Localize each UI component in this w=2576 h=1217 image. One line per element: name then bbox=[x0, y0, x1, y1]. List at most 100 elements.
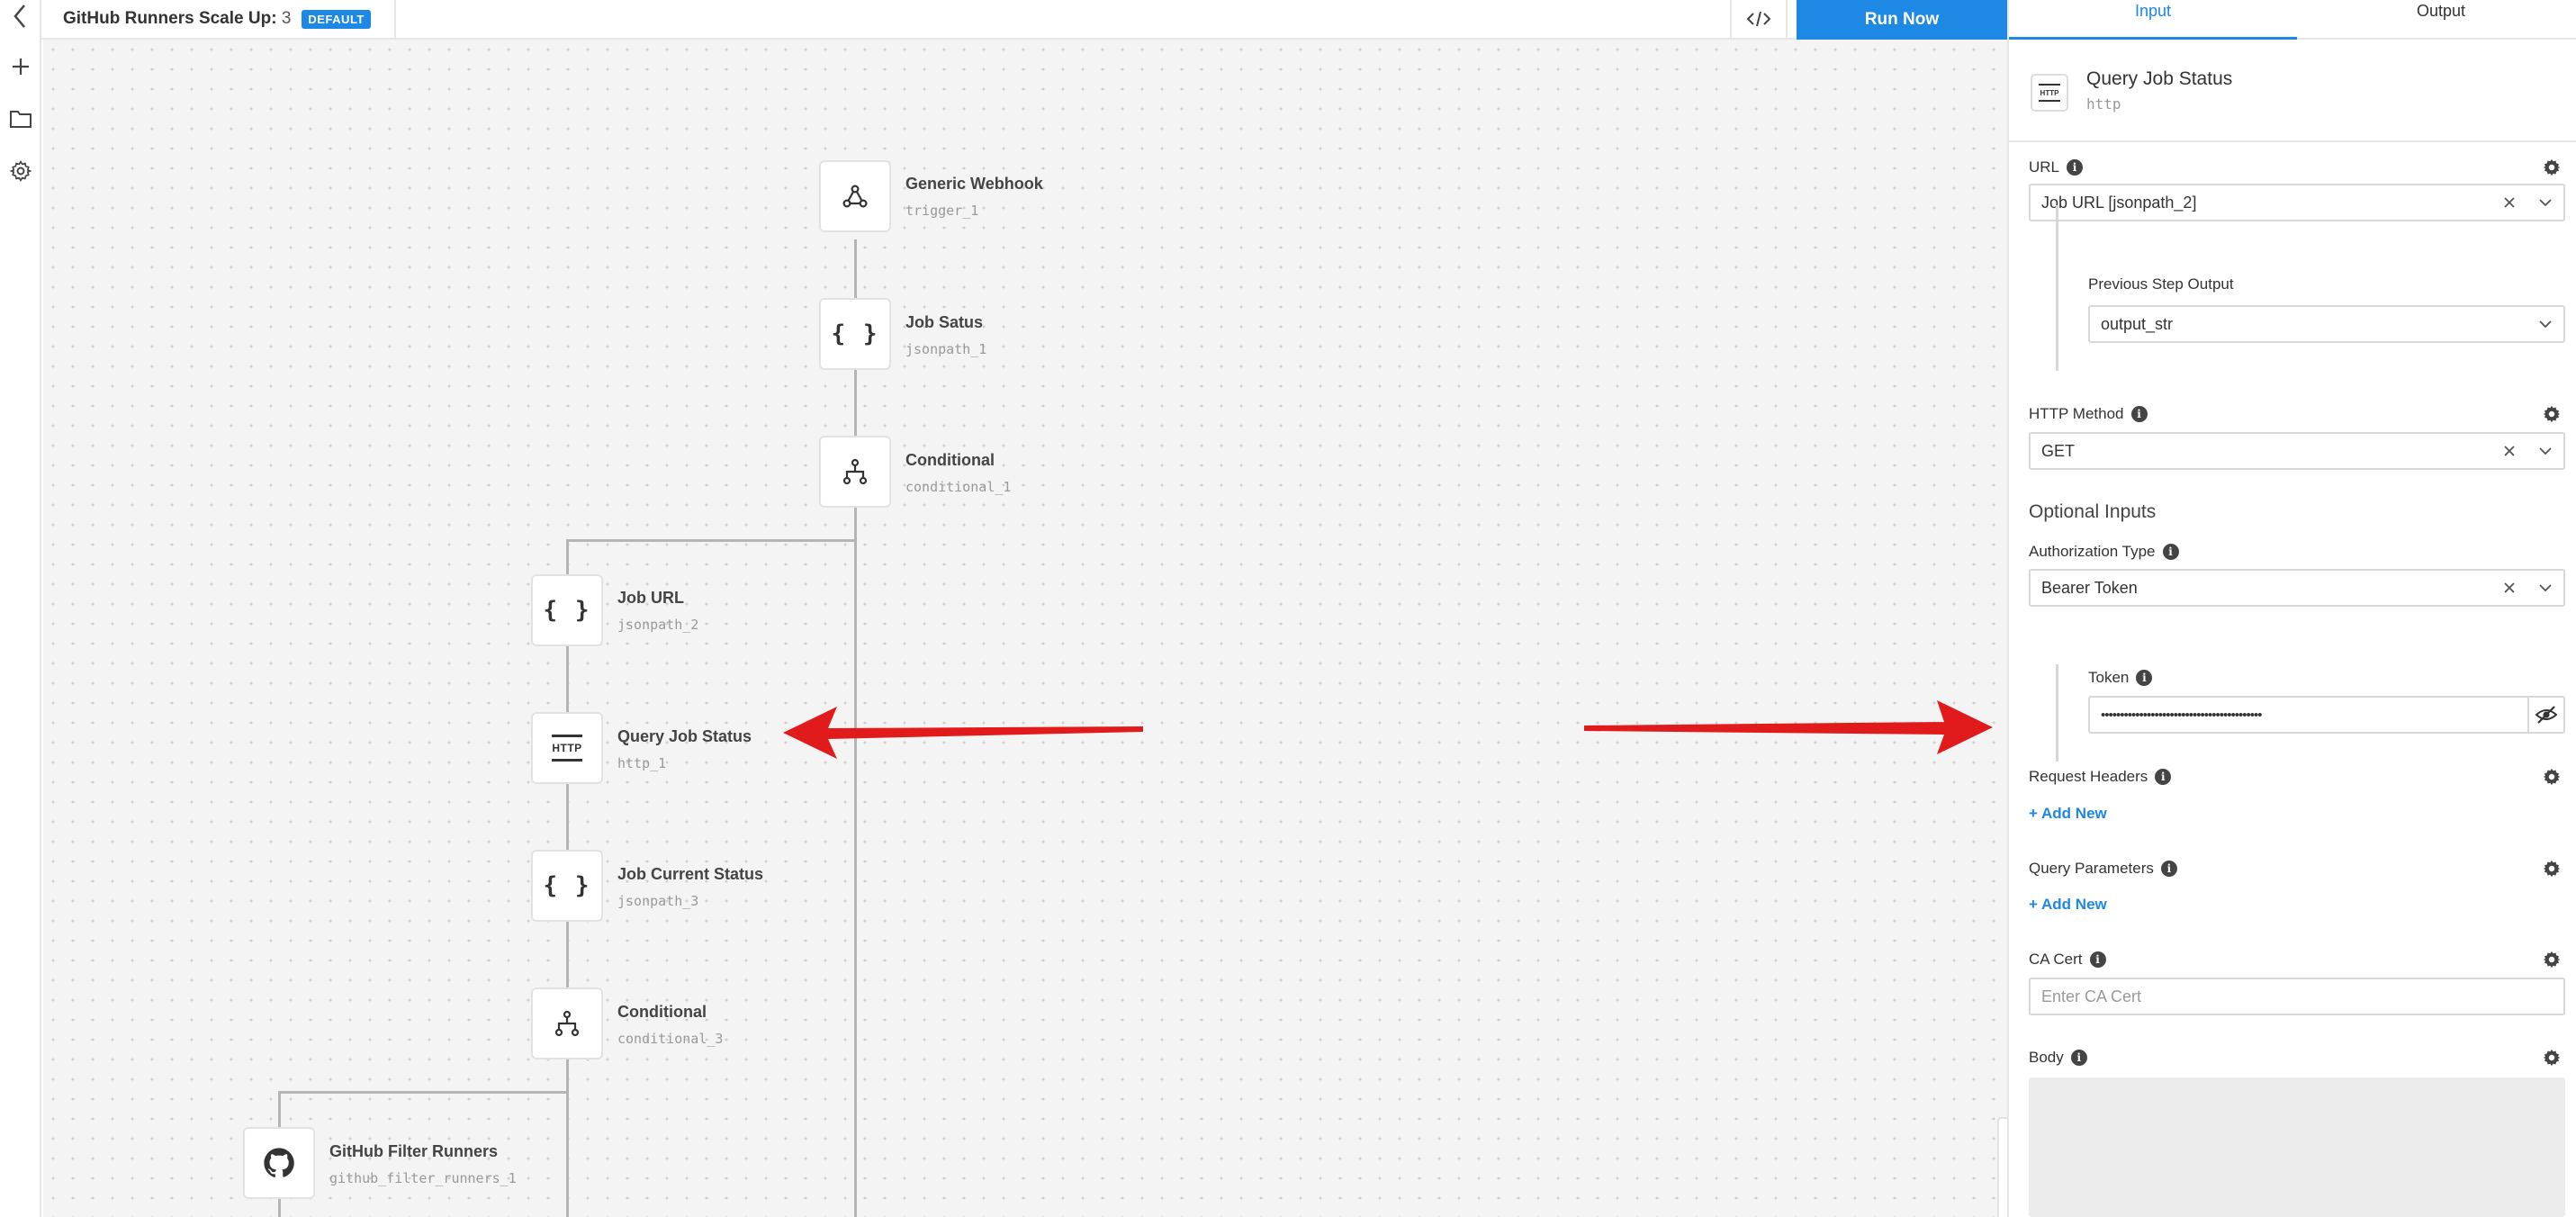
chevron-down-icon[interactable] bbox=[2527, 571, 2563, 605]
add-header-link[interactable]: + Add New bbox=[2029, 805, 2107, 823]
workflow-node[interactable]: { } bbox=[819, 298, 891, 370]
node-name: GitHub Filter Runners bbox=[329, 1142, 499, 1160]
token-input[interactable]: ••••••••••••••••••••••••••••••••••••••••… bbox=[2088, 696, 2565, 734]
info-icon: i bbox=[2136, 670, 2153, 686]
chevron-down-icon[interactable] bbox=[2527, 185, 2563, 220]
node-name: Query Job Status bbox=[617, 727, 752, 745]
step-type: http bbox=[2086, 95, 2121, 113]
step-header: HTTP Query Job Status http bbox=[2009, 40, 2576, 142]
tab-output[interactable]: Output bbox=[2297, 0, 2576, 40]
edge bbox=[278, 1199, 281, 1217]
edge bbox=[566, 539, 857, 542]
info-icon: i bbox=[2155, 769, 2172, 785]
ca-cert-input[interactable]: Enter CA Cert bbox=[2029, 978, 2565, 1015]
tab-input[interactable]: Input bbox=[2009, 0, 2297, 40]
chevron-down-icon[interactable] bbox=[2527, 434, 2563, 468]
workflow-node[interactable]: HTTP bbox=[531, 712, 603, 784]
node-id: conditional_3 bbox=[617, 1031, 724, 1047]
gear-icon[interactable] bbox=[2542, 158, 2562, 177]
info-icon: i bbox=[2130, 406, 2148, 422]
add-param-link[interactable]: + Add New bbox=[2029, 896, 2107, 914]
annotation-arrow-left bbox=[783, 707, 1143, 759]
clear-icon[interactable] bbox=[2491, 185, 2527, 220]
workflow-title: GitHub Runners Scale Up: 3 bbox=[63, 9, 292, 28]
workflow-node[interactable]: { } bbox=[531, 574, 603, 646]
settings-gear-icon[interactable] bbox=[6, 157, 35, 185]
eye-off-icon[interactable] bbox=[2527, 698, 2563, 732]
body-editor[interactable] bbox=[2029, 1077, 2565, 1217]
workflow-node[interactable]: { } bbox=[531, 850, 603, 922]
prev-output-label: Previous Step Output bbox=[2088, 275, 2234, 293]
json-braces-icon: { } bbox=[543, 597, 591, 624]
workflow-node[interactable] bbox=[531, 987, 603, 1059]
node-id: github_filter_runners_1 bbox=[329, 1170, 517, 1186]
node-id: jsonpath_3 bbox=[617, 893, 699, 909]
http-icon: HTTP bbox=[2031, 74, 2068, 112]
node-name: Conditional bbox=[617, 1003, 707, 1021]
nest-indicator bbox=[2056, 664, 2058, 762]
workflow-node[interactable] bbox=[243, 1127, 315, 1199]
body-label: Body i bbox=[2029, 1049, 2087, 1067]
folder-icon[interactable] bbox=[6, 104, 35, 133]
node-id: jsonpath_2 bbox=[617, 617, 699, 633]
github-icon bbox=[264, 1148, 294, 1177]
node-id: conditional_1 bbox=[905, 479, 1012, 495]
method-label: HTTP Method i bbox=[2029, 405, 2148, 423]
edge bbox=[278, 1091, 569, 1094]
info-icon: i bbox=[2067, 159, 2084, 176]
json-braces-icon: { } bbox=[831, 320, 879, 347]
node-name: Generic Webhook bbox=[905, 175, 1043, 193]
info-icon: i bbox=[2089, 951, 2106, 968]
edge bbox=[566, 1079, 569, 1217]
panel-tabs: Input Output bbox=[2009, 0, 2576, 40]
json-braces-icon: { } bbox=[543, 872, 591, 899]
method-select[interactable]: GET bbox=[2029, 432, 2565, 470]
info-icon: i bbox=[2160, 861, 2177, 877]
gear-icon[interactable] bbox=[2542, 1048, 2562, 1068]
node-id: http_1 bbox=[617, 755, 667, 771]
node-name: Conditional bbox=[905, 451, 995, 469]
gear-icon[interactable] bbox=[2542, 950, 2562, 969]
branch-icon bbox=[842, 458, 868, 485]
annotation-arrow-right bbox=[1584, 700, 1993, 754]
edge bbox=[278, 1091, 281, 1127]
default-badge: DEFAULT bbox=[302, 9, 371, 29]
auth-type-select[interactable]: Bearer Token bbox=[2029, 569, 2565, 607]
node-id: trigger_1 bbox=[905, 203, 979, 219]
ca-cert-label: CA Cert i bbox=[2029, 951, 2106, 969]
auth-type-label: Authorization Type i bbox=[2029, 543, 2179, 561]
http-icon: HTTP bbox=[552, 735, 582, 762]
code-icon[interactable] bbox=[1730, 0, 1786, 38]
run-now-button[interactable]: Run Now bbox=[1797, 0, 2007, 40]
clear-icon[interactable] bbox=[2491, 571, 2527, 605]
url-label: URL i bbox=[2029, 158, 2084, 176]
node-name: Job Satus bbox=[905, 313, 984, 331]
workflow-canvas[interactable]: Generic Webhook trigger_1 { } Job Satus … bbox=[43, 40, 2035, 1217]
add-icon[interactable] bbox=[6, 52, 35, 81]
node-name: Job Current Status bbox=[617, 865, 764, 883]
optional-inputs-title: Optional Inputs bbox=[2029, 501, 2157, 522]
step-config-panel: Input Output HTTP Query Job Status http … bbox=[2007, 0, 2576, 1217]
url-select[interactable]: Job URL [jsonpath_2] bbox=[2029, 184, 2565, 221]
nest-indicator bbox=[2056, 205, 2058, 371]
gear-icon[interactable] bbox=[2542, 859, 2562, 879]
prev-output-select[interactable]: output_str bbox=[2088, 305, 2565, 343]
node-id: jsonpath_1 bbox=[905, 341, 987, 357]
gear-icon[interactable] bbox=[2542, 767, 2562, 787]
token-label: Token i bbox=[2088, 669, 2153, 687]
top-header: GitHub Runners Scale Up: 3 DEFAULT bbox=[41, 0, 2007, 40]
back-icon[interactable] bbox=[6, 2, 35, 31]
chevron-down-icon[interactable] bbox=[2527, 307, 2563, 341]
query-params-label: Query Parameters i bbox=[2029, 860, 2177, 878]
info-icon: i bbox=[2162, 544, 2179, 560]
workflow-node[interactable] bbox=[819, 160, 891, 232]
info-icon: i bbox=[2070, 1050, 2087, 1066]
clear-icon[interactable] bbox=[2491, 434, 2527, 468]
gear-icon[interactable] bbox=[2542, 404, 2562, 424]
node-name: Job URL bbox=[617, 589, 684, 607]
workflow-version: 3 bbox=[281, 9, 292, 28]
step-name: Query Job Status bbox=[2086, 68, 2233, 89]
webhook-icon bbox=[842, 185, 868, 208]
workflow-node[interactable] bbox=[819, 436, 891, 508]
left-rail bbox=[0, 0, 41, 1217]
